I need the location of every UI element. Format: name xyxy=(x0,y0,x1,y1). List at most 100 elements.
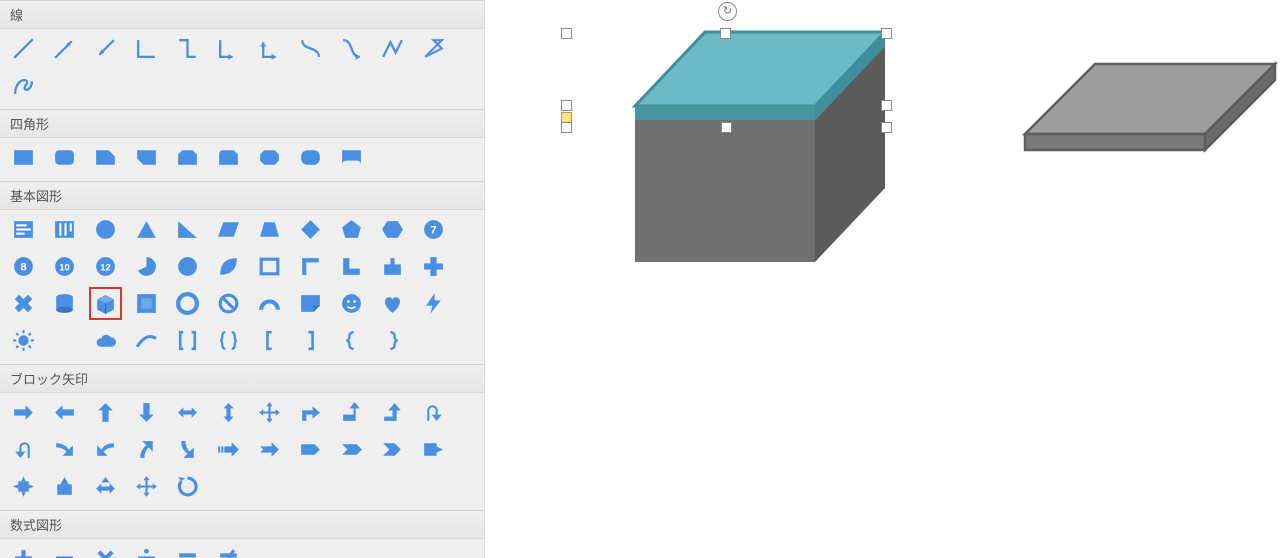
trapezoid-icon[interactable] xyxy=(256,216,283,243)
connector-l-icon[interactable] xyxy=(133,35,160,62)
tab-right-icon[interactable] xyxy=(297,436,324,463)
left-right-arrow-icon[interactable] xyxy=(174,399,201,426)
corner-up-icon[interactable] xyxy=(379,399,406,426)
right-triangle-icon[interactable] xyxy=(174,216,201,243)
bent-arrow-icon[interactable] xyxy=(297,399,324,426)
badge-10-icon[interactable]: 10 xyxy=(51,253,78,280)
arc-icon[interactable] xyxy=(256,290,283,317)
double-cut-icon[interactable] xyxy=(174,144,201,171)
two-round-icon[interactable] xyxy=(338,144,365,171)
connector-s-icon[interactable] xyxy=(297,35,324,62)
hexagon-icon[interactable] xyxy=(379,216,406,243)
handle-ml[interactable] xyxy=(561,100,572,111)
round-all-icon[interactable] xyxy=(297,144,324,171)
handle-tm[interactable] xyxy=(720,28,731,39)
eq-multiply-icon[interactable] xyxy=(92,545,119,558)
triangle-icon[interactable] xyxy=(133,216,160,243)
eq-equals-icon[interactable] xyxy=(174,545,201,558)
selected-cube-shape[interactable] xyxy=(565,28,885,268)
braces-icon[interactable] xyxy=(215,327,242,354)
eq-minus-icon[interactable] xyxy=(51,545,78,558)
moon-icon[interactable] xyxy=(51,327,78,354)
ellipse-icon[interactable] xyxy=(92,216,119,243)
frame-icon[interactable] xyxy=(256,253,283,280)
sun-icon[interactable] xyxy=(10,327,37,354)
handle-tr[interactable] xyxy=(881,28,892,39)
left-arrow-icon[interactable] xyxy=(51,399,78,426)
eq-divide-icon[interactable] xyxy=(133,545,160,558)
cylinder-icon[interactable] xyxy=(51,290,78,317)
uturn-left-icon[interactable] xyxy=(10,436,37,463)
notched-right-icon[interactable] xyxy=(256,436,283,463)
cloud-icon[interactable] xyxy=(92,327,119,354)
parallelogram-icon[interactable] xyxy=(215,216,242,243)
quad-arrow-icon[interactable] xyxy=(256,399,283,426)
circular-arrow-icon[interactable] xyxy=(174,473,201,500)
handle-mrc[interactable] xyxy=(721,122,732,133)
left-bracket-icon[interactable] xyxy=(256,327,283,354)
quad-plus-icon[interactable] xyxy=(133,473,160,500)
brackets-icon[interactable] xyxy=(174,327,201,354)
rect-icon[interactable] xyxy=(10,144,37,171)
single-cut-icon[interactable] xyxy=(133,144,160,171)
cube-icon[interactable] xyxy=(92,290,119,317)
pie-icon[interactable] xyxy=(133,253,160,280)
handle-mr[interactable] xyxy=(881,100,892,111)
callout-quad-icon[interactable] xyxy=(10,473,37,500)
canvas[interactable]: ↻ xyxy=(485,0,1280,558)
corner-right-icon[interactable] xyxy=(338,399,365,426)
grey-slab-shape[interactable] xyxy=(955,60,1275,160)
right-brace-icon[interactable] xyxy=(379,327,406,354)
curved-left-icon[interactable] xyxy=(92,436,119,463)
lightning-icon[interactable] xyxy=(420,290,447,317)
line-icon[interactable] xyxy=(10,35,37,62)
folded-corner-icon[interactable] xyxy=(297,290,324,317)
left-brace-icon[interactable] xyxy=(338,327,365,354)
heart-icon[interactable] xyxy=(379,290,406,317)
uturn-right-icon[interactable] xyxy=(420,399,447,426)
arrow-dl-icon[interactable] xyxy=(92,35,119,62)
right-bracket-icon[interactable] xyxy=(297,327,324,354)
eq-notequal-icon[interactable] xyxy=(215,545,242,558)
smiley-icon[interactable] xyxy=(338,290,365,317)
handle-br[interactable] xyxy=(881,122,892,133)
no-symbol-icon[interactable] xyxy=(215,290,242,317)
up-down-arrow-icon[interactable] xyxy=(215,399,242,426)
plus-shape-icon[interactable] xyxy=(420,253,447,280)
sheet-icon[interactable] xyxy=(92,144,119,171)
striped-right-icon[interactable] xyxy=(215,436,242,463)
bevel-icon[interactable] xyxy=(133,290,160,317)
leaf-icon[interactable] xyxy=(215,253,242,280)
pentagon-icon[interactable] xyxy=(338,216,365,243)
cross-icon[interactable] xyxy=(10,290,37,317)
handle-tl[interactable] xyxy=(561,28,572,39)
snip-round-icon[interactable] xyxy=(215,144,242,171)
curved-up-icon[interactable] xyxy=(133,436,160,463)
connector-l2-icon[interactable] xyxy=(174,35,201,62)
donut-icon[interactable] xyxy=(174,290,201,317)
swoosh-icon[interactable] xyxy=(133,327,160,354)
l-shape-icon[interactable] xyxy=(338,253,365,280)
connector-s2-icon[interactable] xyxy=(338,35,365,62)
half-frame-icon[interactable] xyxy=(297,253,324,280)
scribble-icon[interactable] xyxy=(420,35,447,62)
curve-loop-icon[interactable] xyxy=(10,72,37,99)
down-arrow-icon[interactable] xyxy=(133,399,160,426)
callout-right-icon[interactable] xyxy=(420,436,447,463)
connector-l-arrows-icon[interactable] xyxy=(256,35,283,62)
line-arrow-icon[interactable] xyxy=(51,35,78,62)
right-arrow-icon[interactable] xyxy=(10,399,37,426)
handle-bl[interactable] xyxy=(561,122,572,133)
vtext-icon[interactable] xyxy=(51,216,78,243)
curved-right-icon[interactable] xyxy=(51,436,78,463)
callout-up-icon[interactable] xyxy=(51,473,78,500)
curved-down-icon[interactable] xyxy=(174,436,201,463)
home-plate-icon[interactable] xyxy=(338,436,365,463)
t-shape-icon[interactable] xyxy=(379,253,406,280)
rotate-handle[interactable]: ↻ xyxy=(718,2,737,21)
left-right-up-icon[interactable] xyxy=(92,473,119,500)
freeform-icon[interactable] xyxy=(379,35,406,62)
snip-all-icon[interactable] xyxy=(256,144,283,171)
teardrop-icon[interactable] xyxy=(174,253,201,280)
diamond-icon[interactable] xyxy=(297,216,324,243)
